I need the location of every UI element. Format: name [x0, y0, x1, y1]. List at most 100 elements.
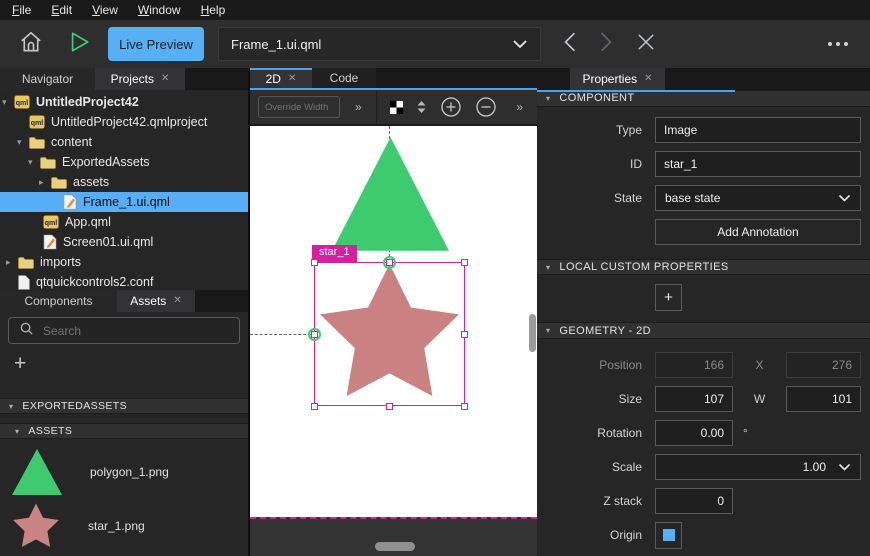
- tree-item-conf[interactable]: qtquickcontrols2.conf: [0, 272, 248, 290]
- zoom-in-button[interactable]: [440, 96, 462, 118]
- close-tab-icon[interactable]: ✕: [644, 74, 652, 84]
- section-assets[interactable]: ▾ ASSETS: [0, 423, 248, 439]
- background-checker-button[interactable]: [389, 100, 403, 114]
- tree-item-content[interactable]: ▾ content: [0, 132, 248, 152]
- tree-item-assets[interactable]: ▸ assets: [0, 172, 248, 192]
- state-dropdown[interactable]: base state: [655, 184, 861, 211]
- tab-code[interactable]: Code: [312, 68, 376, 88]
- resize-handle-bottom-left[interactable]: [311, 403, 318, 410]
- tree-item-frame1-selected[interactable]: Frame_1.ui.qml: [0, 192, 248, 212]
- selection-rectangle[interactable]: [314, 262, 465, 406]
- close-tab-icon[interactable]: ✕: [288, 74, 296, 84]
- menu-item-window[interactable]: Window: [128, 1, 191, 19]
- run-project-button[interactable]: [62, 27, 96, 61]
- more-options-button[interactable]: [828, 42, 848, 46]
- tree-item-exportedassets[interactable]: ▾ ExportedAssets: [0, 152, 248, 172]
- size-width-field[interactable]: [655, 386, 733, 413]
- expand-arrow-icon[interactable]: ▾: [2, 97, 14, 108]
- back-button[interactable]: [563, 31, 577, 58]
- tree-item-imports[interactable]: ▸ imports: [0, 252, 248, 272]
- origin-button[interactable]: [655, 521, 682, 549]
- close-tab-icon[interactable]: ✕: [173, 296, 181, 306]
- section-component[interactable]: ▾ COMPONENT: [537, 90, 870, 107]
- add-asset-button[interactable]: +: [14, 352, 36, 376]
- chevron-right-icon: [599, 31, 613, 58]
- tree-item-project-root[interactable]: ▾ qml UntitledProject42: [0, 92, 248, 112]
- tree-item-screen01[interactable]: Screen01.ui.qml: [0, 232, 248, 252]
- live-preview-button[interactable]: Live Preview: [108, 27, 204, 61]
- position-y-field: [786, 352, 861, 379]
- asset-item-polygon[interactable]: polygon_1.png: [0, 445, 248, 499]
- menu-item-help[interactable]: Help: [191, 1, 236, 19]
- tab-navigator[interactable]: Navigator: [0, 68, 95, 90]
- overflow-chevron-icon[interactable]: »: [355, 100, 362, 114]
- add-custom-property-button[interactable]: +: [655, 283, 682, 311]
- tab-projects[interactable]: Projects ✕: [95, 68, 185, 90]
- scale-dropdown[interactable]: 1.00: [655, 454, 861, 481]
- canvas-vertical-scrollbar[interactable]: [529, 314, 536, 352]
- home-button[interactable]: [14, 27, 48, 61]
- section-geometry-2d[interactable]: ▾ GEOMETRY - 2D: [537, 322, 870, 340]
- form-editor-canvas[interactable]: star_1: [250, 126, 537, 517]
- size-height-field[interactable]: [786, 386, 861, 413]
- design-area: 2D ✕ Code »: [250, 68, 537, 556]
- resize-handle-top-left[interactable]: [311, 259, 318, 266]
- collapse-triangle-icon[interactable]: ▾: [546, 263, 550, 272]
- tree-item-qmlproject[interactable]: qml UntitledProject42.qmlproject: [0, 112, 248, 132]
- position-label: Position: [599, 358, 642, 373]
- type-field[interactable]: [655, 116, 861, 143]
- ui-file-icon: [43, 234, 57, 250]
- tab-properties[interactable]: Properties ✕: [570, 68, 665, 90]
- star-thumbnail: [13, 502, 59, 547]
- file-icon: [18, 274, 30, 290]
- menu-item-view[interactable]: View: [82, 1, 128, 19]
- close-tab-icon[interactable]: ✕: [161, 74, 169, 84]
- section-local-custom-properties[interactable]: ▾ LOCAL CUSTOM PROPERTIES: [537, 258, 870, 276]
- expand-arrow-icon[interactable]: ▾: [28, 157, 40, 168]
- open-file-dropdown[interactable]: Frame_1.ui.qml: [218, 27, 541, 61]
- collapse-triangle-icon[interactable]: ▾: [546, 326, 550, 335]
- id-field[interactable]: [655, 150, 861, 177]
- tab-assets[interactable]: Assets ✕: [117, 290, 195, 312]
- zoom-level-stepper[interactable]: [416, 100, 427, 114]
- zoom-out-button[interactable]: [475, 96, 497, 118]
- resize-handle-top-center[interactable]: [386, 259, 393, 266]
- rotation-field[interactable]: [655, 420, 733, 447]
- resize-handle-top-right[interactable]: [461, 259, 468, 266]
- zstack-field[interactable]: [655, 488, 733, 515]
- forward-button[interactable]: [599, 31, 613, 58]
- tab-2d[interactable]: 2D ✕: [250, 68, 312, 88]
- resize-handle-mid-right[interactable]: [461, 331, 468, 338]
- top-toolbar: Live Preview Frame_1.ui.qml: [0, 20, 870, 68]
- chevron-left-icon: [563, 31, 577, 58]
- collapse-triangle-icon[interactable]: ▾: [15, 427, 19, 436]
- svg-text:qml: qml: [45, 220, 58, 227]
- position-x-field: [655, 352, 733, 379]
- left-top-tabbar: Navigator Projects ✕: [0, 68, 248, 90]
- polygon-item[interactable]: [332, 137, 449, 251]
- resize-handle-mid-left[interactable]: [311, 331, 318, 338]
- collapse-triangle-icon[interactable]: ▾: [9, 402, 13, 411]
- menu-item-file[interactable]: File: [2, 1, 41, 19]
- section-exportedassets[interactable]: ▾ EXPORTEDASSETS: [0, 398, 248, 414]
- expand-arrow-icon[interactable]: ▾: [17, 137, 29, 148]
- overflow-chevron-icon[interactable]: »: [516, 100, 523, 114]
- project-tree: ▾ qml UntitledProject42 qml UntitledProj…: [0, 90, 248, 290]
- menu-item-edit[interactable]: Edit: [41, 1, 82, 19]
- override-width-input[interactable]: [258, 96, 340, 118]
- asset-search-box[interactable]: [8, 317, 240, 344]
- add-annotation-button[interactable]: Add Annotation: [655, 218, 861, 245]
- collapsed-arrow-icon[interactable]: ▸: [6, 257, 18, 268]
- collapse-triangle-icon[interactable]: ▾: [546, 94, 550, 103]
- asset-item-star[interactable]: star_1.png: [0, 499, 248, 553]
- chevron-down-icon: [838, 460, 851, 474]
- close-document-button[interactable]: [635, 31, 657, 58]
- search-input[interactable]: [43, 323, 229, 338]
- plus-icon: +: [664, 288, 673, 306]
- tab-components[interactable]: Components: [0, 290, 117, 312]
- tree-item-appqml[interactable]: qml App.qml: [0, 212, 248, 232]
- resize-handle-bottom-right[interactable]: [461, 403, 468, 410]
- resize-handle-bottom-center[interactable]: [386, 403, 393, 410]
- canvas-horizontal-scrollbar[interactable]: [375, 542, 415, 551]
- collapsed-arrow-icon[interactable]: ▸: [39, 177, 51, 188]
